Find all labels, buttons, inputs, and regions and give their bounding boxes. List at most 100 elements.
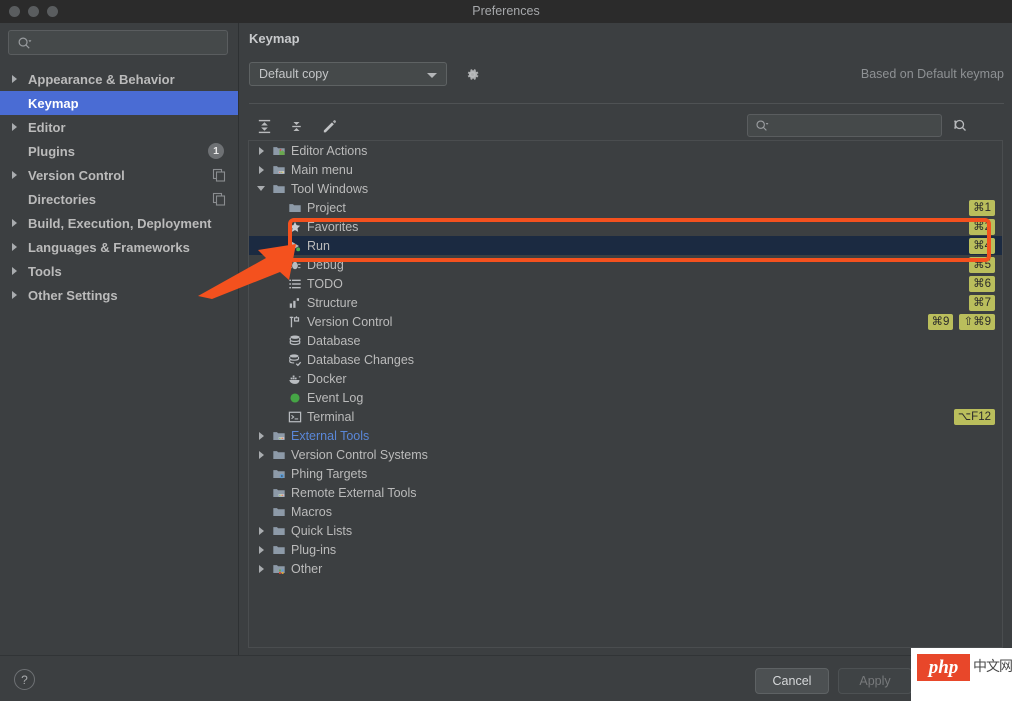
chevron-right-icon[interactable] (12, 243, 28, 251)
chevron-right-icon[interactable] (253, 445, 269, 464)
chevron-right-icon[interactable] (253, 141, 269, 160)
tree-row-editor-actions[interactable]: Editor Actions (249, 141, 1002, 160)
chevron-right-icon[interactable] (12, 123, 28, 131)
tree-row-icon (269, 483, 289, 502)
chevron-right-icon[interactable] (253, 426, 269, 445)
tree-row-todo[interactable]: TODO ⌘6 (249, 274, 1002, 293)
tree-row-plug-ins[interactable]: Plug-ins (249, 540, 1002, 559)
chevron-right-icon[interactable] (253, 540, 269, 559)
settings-category-list: Appearance & Behavior Keymap Editor Plugins… (0, 67, 238, 307)
chevron-right-icon[interactable] (253, 559, 269, 578)
tree-row-favorites[interactable]: Favorites ⌘2 (249, 217, 1002, 236)
tree-row-label: Main menu (291, 162, 353, 177)
sidebar-item-label: Directories (28, 191, 96, 207)
chevron-right-icon[interactable] (12, 291, 28, 299)
keymap-select[interactable]: Default copy (249, 62, 447, 86)
chevron-down-icon[interactable] (253, 179, 269, 198)
chevron-right-icon[interactable] (12, 219, 28, 227)
sidebar-item-directories[interactable]: Directories (0, 187, 238, 211)
tree-row-database-changes[interactable]: Database Changes (249, 350, 1002, 369)
find-by-shortcut-button[interactable] (949, 115, 971, 137)
sidebar-item-build-execution-deployment[interactable]: Build, Execution, Deployment (0, 211, 238, 235)
tree-row-terminal[interactable]: Terminal ⌥F12 (249, 407, 1002, 426)
star-icon (289, 221, 301, 232)
tree-row-debug[interactable]: Debug ⌘5 (249, 255, 1002, 274)
tree-row-label: Favorites (307, 219, 359, 234)
collapse-all-button[interactable] (283, 113, 309, 139)
keymap-settings-button[interactable] (460, 62, 484, 86)
tree-row-version-control[interactable]: Version Control ⌘9 ⇧⌘9 (249, 312, 1002, 331)
tree-row-version-control-systems[interactable]: Version Control Systems (249, 445, 1002, 464)
sidebar-item-label: Editor (28, 119, 66, 135)
tree-row-quick-lists[interactable]: Quick Lists (249, 521, 1002, 540)
tree-row-label: Event Log (307, 390, 364, 405)
watermark: php 中文网 (911, 648, 1012, 701)
edit-shortcut-button[interactable] (316, 113, 342, 139)
tree-row-phing-targets[interactable]: Phing Targets (249, 464, 1002, 483)
tree-row-run[interactable]: Run ⌘4 (249, 236, 1002, 255)
folder-icon (273, 184, 285, 193)
sidebar-item-version-control[interactable]: Version Control (0, 163, 238, 187)
shortcut-list: ⌘4 (969, 237, 995, 254)
cancel-button[interactable]: Cancel (755, 668, 829, 694)
sidebar-item-tools[interactable]: Tools (0, 259, 238, 283)
php-logo: php (917, 654, 970, 681)
tree-row-main-menu[interactable]: Main menu (249, 160, 1002, 179)
help-button[interactable]: ? (14, 669, 35, 690)
tree-row-icon (285, 331, 305, 350)
sidebar-item-keymap[interactable]: Keymap (0, 91, 238, 115)
tree-row-label: Database Changes (307, 352, 415, 367)
tree-row-other[interactable]: Other (249, 559, 1002, 578)
tree-row-external-tools[interactable]: External Tools (249, 426, 1002, 445)
tree-row-event-log[interactable]: Event Log (249, 388, 1002, 407)
database-icon (289, 334, 301, 345)
pencil-icon (323, 119, 336, 132)
sidebar-item-plugins[interactable]: Plugins 1 (0, 139, 238, 163)
actions-tree[interactable]: Editor Actions Main menu Tool Windows Proje… (248, 140, 1003, 648)
tree-row-label: Project (307, 200, 346, 215)
tree-row-label: Macros (291, 504, 332, 519)
tree-row-tool-windows[interactable]: Tool Windows (249, 179, 1002, 198)
shortcut-badge: ⌘7 (969, 294, 995, 311)
shortcut-list: ⌥F12 (953, 408, 995, 425)
tree-row-structure[interactable]: Structure ⌘7 (249, 293, 1002, 312)
chevron-right-icon[interactable] (12, 171, 28, 179)
tree-row-label: Database (307, 333, 361, 348)
tree-row-label: External Tools (291, 428, 370, 443)
tree-row-remote-external-tools[interactable]: Remote External Tools (249, 483, 1002, 502)
folder-editor-icon (273, 146, 285, 155)
sidebar-item-languages-frameworks[interactable]: Languages & Frameworks (0, 235, 238, 259)
search-icon (756, 120, 769, 131)
tree-row-label: Plug-ins (291, 542, 337, 557)
settings-search-input[interactable] (8, 30, 228, 55)
expand-all-button[interactable] (251, 113, 277, 139)
tree-row-docker[interactable]: Docker (249, 369, 1002, 388)
search-icon (18, 37, 32, 49)
chevron-right-icon[interactable] (253, 160, 269, 179)
terminal-icon (288, 411, 302, 422)
chevron-right-icon[interactable] (12, 75, 28, 83)
chevron-right-icon[interactable] (253, 521, 269, 540)
sidebar-item-other-settings[interactable]: Other Settings (0, 283, 238, 307)
tree-row-label: Quick Lists (291, 523, 353, 538)
tree-row-label: Debug (307, 257, 344, 272)
sidebar-item-editor[interactable]: Editor (0, 115, 238, 139)
tree-row-project[interactable]: Project ⌘1 (249, 198, 1002, 217)
window-title: Preferences (472, 4, 540, 18)
shortcut-search-input[interactable] (747, 114, 942, 137)
sidebar-item-label: Other Settings (28, 287, 118, 303)
dialog-footer: ? Cancel Apply (0, 655, 1012, 701)
structure-icon (289, 297, 300, 308)
tree-row-icon (269, 160, 289, 179)
tree-row-database[interactable]: Database (249, 331, 1002, 350)
tree-row-macros[interactable]: Macros (249, 502, 1002, 521)
chevron-right-icon[interactable] (12, 267, 28, 275)
sidebar-item-appearance-behavior[interactable]: Appearance & Behavior (0, 67, 238, 91)
shortcut-list: ⌘2 (969, 218, 995, 235)
